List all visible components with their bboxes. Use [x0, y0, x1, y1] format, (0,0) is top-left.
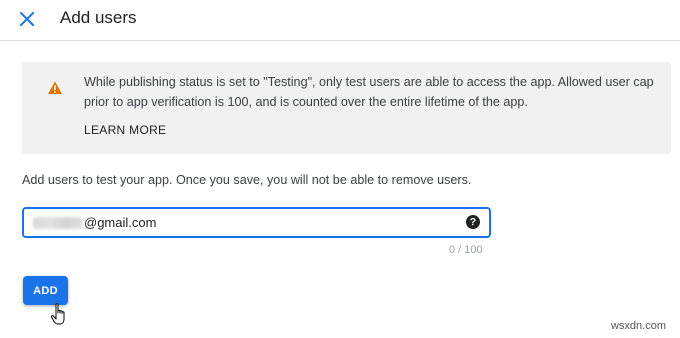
banner-message: While publishing status is set to "Testi…: [84, 75, 654, 109]
help-icon[interactable]: ?: [466, 215, 480, 229]
email-input[interactable]: @gmail.com ?: [22, 207, 491, 238]
add-button[interactable]: ADD: [23, 276, 68, 305]
dialog-title: Add users: [60, 8, 137, 27]
learn-more-link[interactable]: LEARN MORE: [84, 123, 166, 137]
warning-icon: [48, 81, 62, 94]
add-users-dialog: Add users While publishing status is set…: [0, 0, 680, 338]
instruction-text: Add users to test your app. Once you sav…: [22, 173, 472, 187]
close-icon[interactable]: [20, 12, 34, 26]
watermark-text: wsxdn.com: [610, 320, 666, 332]
close-button[interactable]: [14, 6, 40, 32]
email-input-value: @gmail.com: [84, 215, 157, 230]
character-counter: 0 / 100: [449, 244, 483, 256]
redacted-username: [33, 217, 83, 229]
hand-cursor-icon: [50, 303, 65, 325]
dialog-header: Add users: [0, 0, 680, 41]
warning-banner: While publishing status is set to "Testi…: [22, 62, 671, 154]
